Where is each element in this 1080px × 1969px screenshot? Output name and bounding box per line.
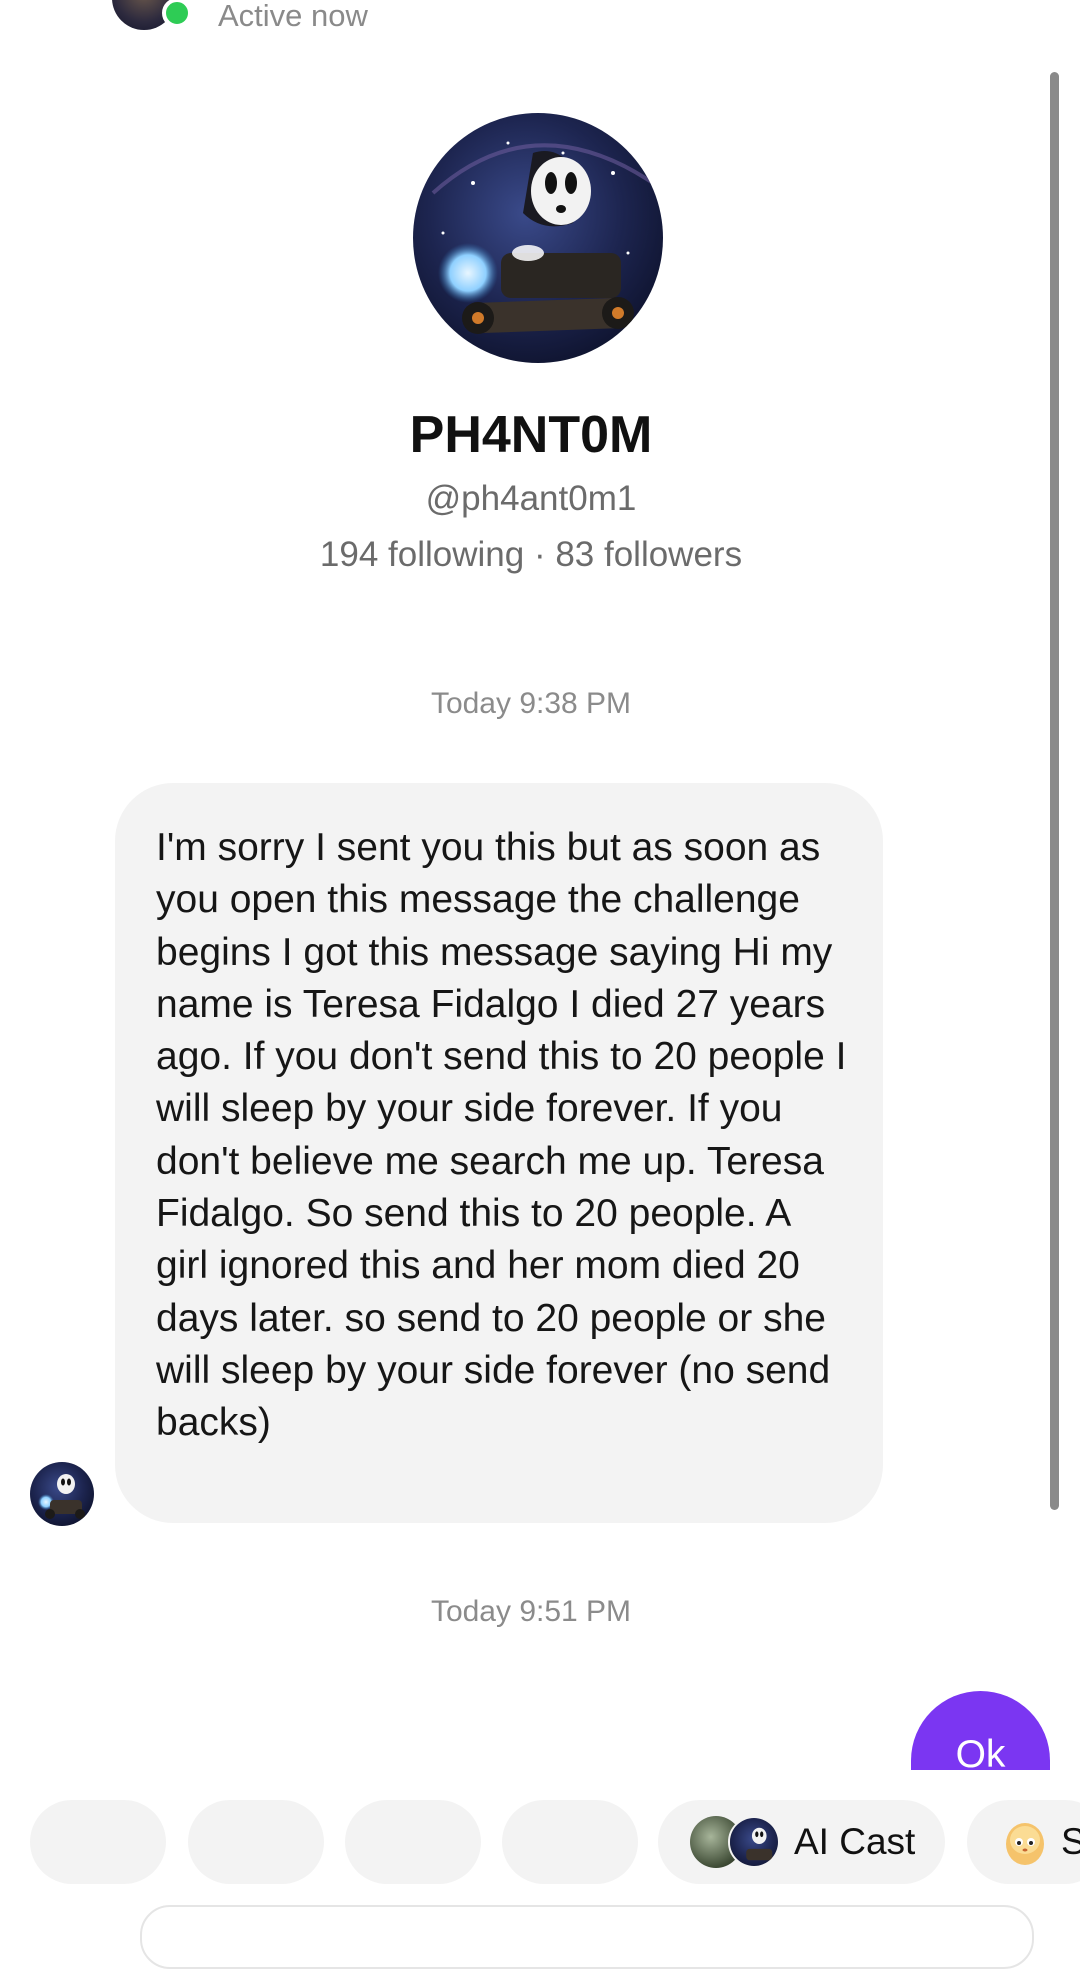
- chevron-left-icon: [30, 0, 90, 20]
- scrollbar[interactable]: [1050, 72, 1059, 1510]
- active-status: Active now: [218, 0, 368, 33]
- sent-message-clip: Ok: [900, 1685, 1060, 1770]
- received-message-bubble[interactable]: I'm sorry I sent you this but as soon as…: [115, 783, 883, 1523]
- ai-cast-chip[interactable]: AI Cast: [658, 1800, 945, 1884]
- quick-reply-chip[interactable]: [30, 1800, 166, 1884]
- quick-reply-chip[interactable]: S: [967, 1800, 1080, 1884]
- quick-reply-chip[interactable]: [188, 1800, 324, 1884]
- chip-label: AI Cast: [794, 1821, 916, 1862]
- sent-message-bubble[interactable]: Ok: [911, 1691, 1050, 1770]
- profile-stats[interactable]: 194 following · 83 followers: [0, 535, 1062, 575]
- chip-label: S: [1061, 1821, 1080, 1862]
- egg-face-icon: [1006, 1823, 1044, 1865]
- quick-reply-chip[interactable]: [345, 1800, 481, 1884]
- back-button[interactable]: [30, 0, 90, 20]
- profile-handle: @ph4ant0m1: [425, 479, 637, 518]
- shy-guy-avatar-image: [413, 113, 663, 363]
- message-timestamp: Today 9:38 PM: [430, 687, 632, 720]
- shy-guy-avatar-image: [30, 1462, 94, 1526]
- sender-avatar[interactable]: [30, 1462, 94, 1526]
- dual-avatar-icon: [690, 1816, 780, 1868]
- profile-avatar[interactable]: [413, 113, 663, 363]
- online-status-dot: [162, 0, 192, 28]
- message-input[interactable]: [140, 1905, 1034, 1969]
- profile-name: PH4NT0M: [409, 406, 653, 464]
- message-timestamp: Today 9:51 PM: [430, 1595, 632, 1628]
- quick-reply-chip[interactable]: [502, 1800, 638, 1884]
